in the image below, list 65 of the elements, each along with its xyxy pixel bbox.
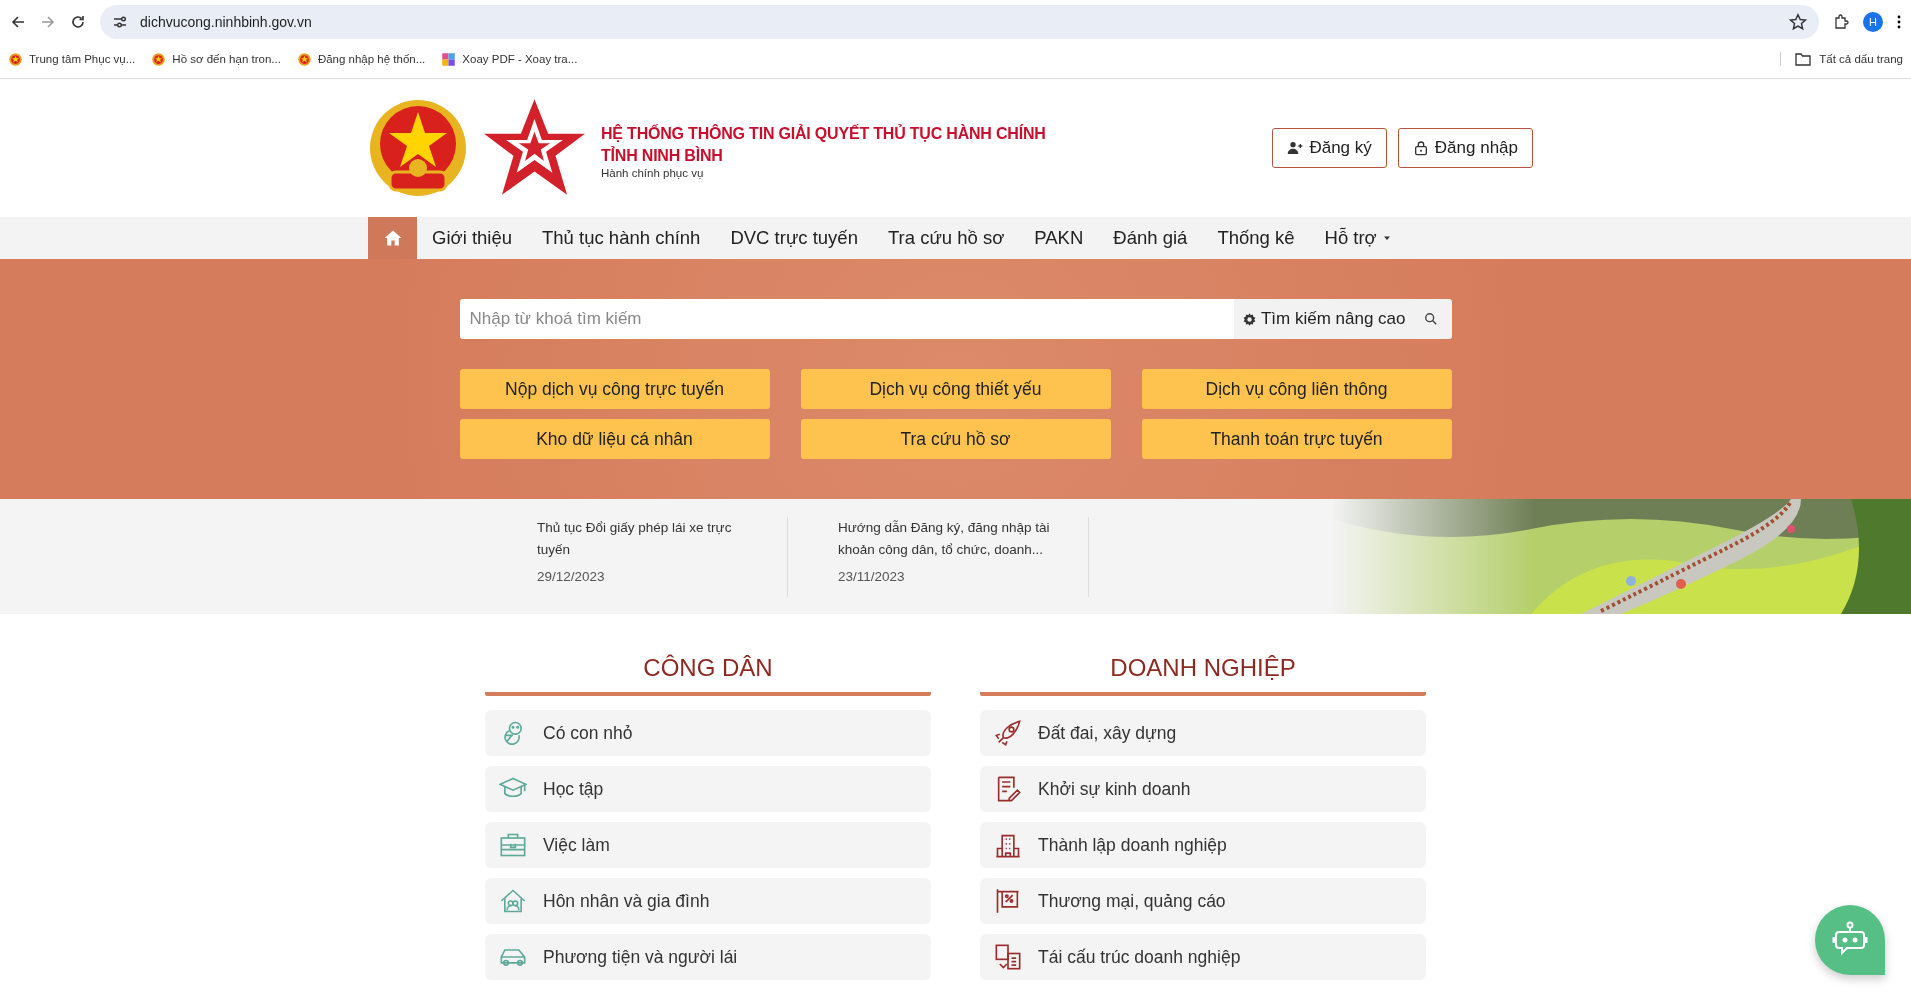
emblem-icon [8, 51, 23, 67]
back-icon[interactable] [10, 14, 26, 30]
bookmark-link[interactable]: Đăng nhập hệ thốn... [317, 53, 426, 65]
nav-link[interactable]: Giới thiệu [417, 217, 527, 259]
news-date: 29/12/2023 [537, 569, 606, 584]
folder-icon [1795, 52, 1812, 66]
slogan: Hành chính phục vụ [601, 167, 705, 179]
nav-link[interactable]: Tra cứu hồ sơ [872, 217, 1020, 259]
category-item[interactable]: Có con nhỏ [485, 710, 931, 756]
province-title: TỈNH NINH BÌNH [601, 145, 724, 166]
emblem-icon [296, 51, 312, 67]
nav-link[interactable]: Thống kê [1202, 217, 1310, 259]
service-button[interactable]: Dịch vụ công thiết yếu [800, 369, 1111, 409]
nav-link[interactable]: PAKN [1019, 217, 1099, 259]
forward-icon[interactable] [40, 14, 56, 30]
service-button[interactable]: Tra cứu hồ sơ [800, 419, 1111, 459]
advanced-search-button[interactable]: Tìm kiếm nâng cao [1233, 299, 1418, 339]
category-item[interactable]: Đất đai, xây dựng [980, 710, 1426, 756]
category-item[interactable]: Thành lập doanh nghiệp [980, 822, 1426, 868]
register-button[interactable]: Đăng ký [1272, 128, 1387, 168]
search-field[interactable]: Nhập từ khoá tìm kiếm [459, 299, 1234, 339]
nav-link[interactable]: Đánh giá [1098, 217, 1203, 259]
search-button[interactable] [1417, 299, 1452, 339]
category-item[interactable]: Hôn nhân và gia đình [485, 878, 931, 924]
category-item[interactable]: Phương tiện và người lái [485, 934, 931, 980]
bookmark-link[interactable]: Hồ sơ đến hạn tron... [172, 53, 281, 65]
section-heading: DOANH NGHIỆP [980, 654, 1426, 696]
menu-icon[interactable] [1897, 14, 1901, 30]
category-item[interactable]: Tái cấu trúc doanh nghiệp [980, 934, 1426, 980]
national-emblem-icon [368, 98, 468, 198]
home-icon [382, 228, 403, 248]
search-icon [1423, 312, 1438, 326]
emblem-icon [151, 51, 167, 67]
reload-icon[interactable] [70, 14, 86, 30]
lock-icon [1412, 140, 1429, 156]
bookmark-star-icon[interactable] [1789, 13, 1807, 31]
address-bar[interactable]: dichvucong.ninhbinh.gov.vn [100, 5, 1819, 39]
profile-avatar[interactable]: H [1863, 12, 1883, 32]
news-title[interactable]: Hướng dẫn Đăng ký, đăng nhập tài khoản công dân, tổ chức, doanh... [838, 517, 1063, 561]
url-text: dichvucong.ninhbinh.gov.vn [140, 14, 313, 30]
category-item[interactable]: Khởi sự kinh doanh [980, 766, 1426, 812]
site-settings-icon[interactable] [112, 14, 128, 30]
extensions-icon[interactable] [1833, 14, 1849, 30]
news-date: 23/11/2023 [838, 569, 906, 584]
home-tab[interactable] [368, 217, 417, 259]
nav-link[interactable]: Thủ tục hành chính [527, 217, 716, 259]
category-item[interactable]: Việc làm [485, 822, 931, 868]
color-grid-icon [441, 51, 457, 67]
service-button[interactable]: Nộp dịch vụ công trực tuyến [459, 369, 770, 409]
section-heading: CÔNG DÂN [485, 654, 931, 696]
bookmark-link[interactable]: Xoay PDF - Xoay tra... [462, 53, 578, 65]
category-item[interactable]: Học tập [485, 766, 931, 812]
login-button[interactable]: Đăng nhập [1397, 128, 1533, 168]
bookmark-link[interactable]: Trung tâm Phục vụ... [29, 53, 136, 65]
nav-link[interactable]: Hỗ trợ [1309, 217, 1408, 259]
service-button[interactable]: Thanh toán trực tuyến [1141, 419, 1452, 459]
system-title: HỆ THỐNG THÔNG TIN GIẢI QUYẾT THỦ TỤC HÀNH CHÍNH [601, 123, 1046, 144]
all-bookmarks-link[interactable]: Tất cả dấu trang [1819, 53, 1903, 65]
service-button[interactable]: Dịch vụ công liên thông [1141, 369, 1452, 409]
news-title[interactable]: Thủ tục Đổi giấy phép lái xe trực tuyến [537, 517, 762, 561]
service-button[interactable]: Kho dữ liệu cá nhân [459, 419, 770, 459]
nav-link[interactable]: DVC trực tuyến [715, 217, 873, 259]
add-user-icon [1287, 140, 1304, 156]
settings-icon [1241, 311, 1257, 327]
category-item[interactable]: Thương mại, quảng cáo [980, 878, 1426, 924]
